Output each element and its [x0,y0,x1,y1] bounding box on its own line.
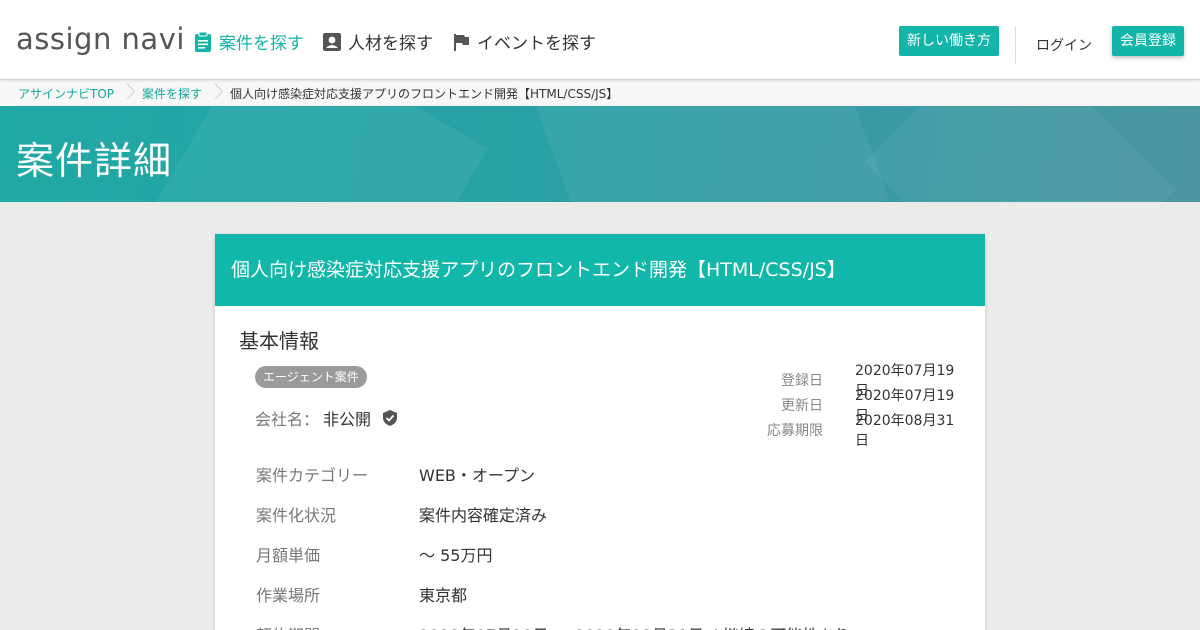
date-row-deadline: 応募期限 2020年08月31日 [743,413,961,449]
nav-label: 案件を探す [219,34,304,54]
info-row: 作業場所 東京都 [256,574,851,614]
header-divider [1015,26,1016,64]
nav-label: イベントを探す [477,34,596,54]
date-label: 更新日 [781,397,823,414]
breadcrumb-top-link[interactable]: アサインナビTOP [18,85,114,102]
agent-project-badge: エージェント案件 [255,366,367,388]
info-row: 案件カテゴリー WEB・オープン [256,454,851,494]
info-value: WEB・オープン [419,466,535,485]
main-nav: 案件を探す 人材を探す イベントを探す [193,29,596,54]
project-info-table: 案件カテゴリー WEB・オープン 案件化状況 案件内容確定済み 月額単価 〜 5… [256,454,851,630]
nav-label: 人材を探す [348,34,433,54]
breadcrumb-separator [122,80,134,106]
info-row: 案件化状況 案件内容確定済み [256,494,851,534]
date-list: 登録日 2020年07月19日 更新日 2020年07月19日 応募期限 202… [743,363,961,449]
date-value: 2020年08月31日 [855,412,955,449]
site-header: assign navi 案件を探す 人材を探す イベントを探す 新しい働き方 ロ… [0,0,1200,79]
nav-find-events[interactable]: イベントを探す [451,29,596,54]
verified-shield-icon [383,410,398,426]
hero-decoration [864,106,1176,202]
hero-decoration [132,106,488,202]
login-link[interactable]: ログイン [1036,35,1092,55]
company-info: 会社名： 非公開 [255,406,399,430]
new-work-style-button[interactable]: 新しい働き方 [899,26,999,56]
info-row: 契約期間 2020年07月20日 〜 2020年08月31日 ※継続の可能性あり [256,614,851,630]
breadcrumb: アサインナビTOP 案件を探す 個人向け感染症対応支援アプリのフロントエンド開発… [0,80,1200,106]
info-key: 案件化状況 [256,506,337,525]
register-button[interactable]: 会員登録 [1112,26,1184,56]
breadcrumb-separator [210,80,222,106]
date-label: 応募期限 [767,422,823,439]
project-detail-card: 個人向け感染症対応支援アプリのフロントエンド開発【HTML/CSS/JS】 基本… [215,234,985,630]
info-key: 案件カテゴリー [256,466,369,485]
info-row: 月額単価 〜 55万円 [256,534,851,574]
page-hero: 案件詳細 [0,106,1200,202]
date-label: 登録日 [781,372,823,389]
info-value: 案件内容確定済み [419,506,548,525]
info-key: 契約期間 [256,622,419,630]
site-logo[interactable]: assign navi [16,22,185,56]
section-title: 基本情報 [239,329,319,353]
nav-find-projects[interactable]: 案件を探す [193,29,304,54]
project-title: 個人向け感染症対応支援アプリのフロントエンド開発【HTML/CSS/JS】 [215,234,985,306]
info-key: 月額単価 [256,546,321,565]
company-value: 非公開 [323,410,372,429]
page-title: 案件詳細 [16,139,173,183]
hero-decoration [531,106,889,202]
clipboard-icon [195,31,211,52]
person-badge-icon [323,32,341,51]
info-key: 作業場所 [256,586,321,605]
info-value: 〜 55万円 [419,546,493,565]
nav-find-talent[interactable]: 人材を探す [322,29,433,54]
breadcrumb-projects-link[interactable]: 案件を探す [142,85,202,102]
company-label: 会社名： [255,410,320,429]
info-value: 東京都 [419,586,468,605]
breadcrumb-current: 個人向け感染症対応支援アプリのフロントエンド開発【HTML/CSS/JS】 [230,86,619,101]
flag-icon [454,33,469,51]
info-value: 2020年07月20日 〜 2020年08月31日 ※継続の可能性あり [419,622,851,630]
